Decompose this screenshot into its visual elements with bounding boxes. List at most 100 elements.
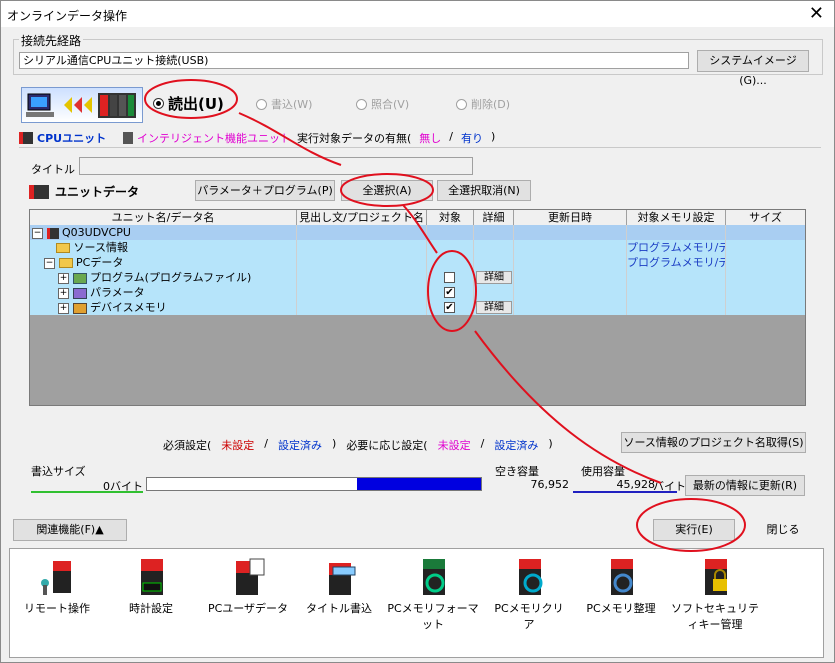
unit-data-grid[interactable]: ユニット名/データ名 見出し文/プロジェクト名 対象 詳細 更新日時 対象メモリ… — [29, 209, 806, 406]
row-size-cell — [726, 270, 805, 285]
row-title-cell — [297, 285, 427, 300]
row-detail-cell: 詳細 — [474, 270, 514, 285]
title-write-tool[interactable]: タイトル書込 — [301, 557, 377, 616]
online-data-operation-window: オンラインデータ操作 ✕ 接続先経路 シリアル通信CPUユニット接続(USB) … — [0, 0, 835, 663]
expand-icon[interactable]: + — [58, 287, 69, 299]
col-header-target[interactable]: 対象 — [427, 210, 474, 225]
tab-intelligent-unit-label: インテリジェント機能ユニット — [137, 132, 291, 145]
table-row[interactable]: + パラメータ ✔ — [30, 285, 805, 300]
target-presence-label: 実行対象データの有無( — [297, 132, 412, 145]
row-memory-cell[interactable]: プログラムメモリ/デ... — [627, 255, 726, 270]
target-close: ) — [491, 130, 496, 143]
write-radio[interactable]: 書込(W) — [256, 96, 312, 112]
target-present-label: 有り — [461, 132, 484, 145]
param-program-button[interactable]: パラメータ＋プログラム(P) — [195, 180, 335, 201]
system-image-button[interactable]: システムイメージ(G)... — [697, 50, 809, 87]
write-radio-dot[interactable] — [256, 98, 267, 110]
table-row[interactable]: ソース情報 プログラムメモリ/デ... — [30, 240, 805, 255]
row-name-cell: − PCデータ — [30, 255, 297, 270]
window-title: オンラインデータ操作 — [7, 9, 128, 23]
collapse-icon[interactable]: − — [44, 257, 55, 269]
read-radio[interactable]: 読出(U) — [153, 93, 224, 114]
col-header-memory[interactable]: 対象メモリ設定 — [627, 210, 726, 225]
refresh-button[interactable]: 最新の情報に更新(R) — [685, 475, 805, 496]
pc-memory-clear-tool[interactable]: PCメモリクリア — [489, 557, 569, 632]
unit-data-icon — [29, 184, 49, 199]
target-checkbox[interactable]: ✔ — [444, 302, 455, 313]
row-memory-cell[interactable]: プログラムメモリ/デ... — [627, 240, 726, 255]
target-checkbox[interactable]: ✔ — [444, 287, 455, 298]
row-target-cell — [427, 255, 474, 270]
row-name: ソース情報 — [73, 241, 128, 254]
table-row[interactable]: − Q03UDVCPU — [30, 225, 805, 240]
title-write-icon — [329, 563, 356, 595]
table-row[interactable]: + デバイスメモリ ✔ 詳細 — [30, 300, 805, 315]
remote-operation-tool[interactable]: リモート操作 — [19, 557, 95, 616]
row-size-cell — [726, 225, 805, 240]
row-target-cell: ✔ — [427, 285, 474, 300]
required-close: ) — [332, 437, 337, 450]
row-detail-cell: 詳細 — [474, 300, 514, 315]
col-header-name[interactable]: ユニット名/データ名 — [30, 210, 297, 225]
expand-icon[interactable]: + — [58, 272, 69, 284]
tab-intelligent-unit[interactable]: インテリジェント機能ユニット — [123, 130, 291, 146]
row-title-cell — [297, 225, 427, 240]
detail-button[interactable]: 詳細 — [476, 271, 512, 284]
pc-user-data-tool[interactable]: PCユーザデータ — [205, 557, 291, 616]
row-name: プログラム(プログラムファイル) — [90, 271, 252, 284]
row-detail-cell — [474, 225, 514, 240]
col-header-updated[interactable]: 更新日時 — [514, 210, 627, 225]
row-title-cell — [297, 240, 427, 255]
unit-data-header: ユニットデータ — [29, 183, 139, 200]
tab-cpu-unit[interactable]: CPUユニット — [19, 130, 106, 146]
row-memory-cell — [627, 270, 726, 285]
soft-security-key-label: ソフトセキュリティキー管理 — [671, 602, 759, 631]
target-none-label: 無し — [419, 132, 442, 145]
clock-setting-tool[interactable]: 時計設定 — [113, 557, 189, 616]
device-memory-icon — [72, 302, 87, 314]
get-project-name-button[interactable]: ソース情報のプロジェクト名取得(S) — [621, 432, 806, 453]
row-title-cell — [297, 300, 427, 315]
read-radio-dot[interactable] — [153, 98, 164, 109]
used-capacity-line — [573, 491, 677, 493]
row-target-cell: ✔ — [427, 300, 474, 315]
delete-radio-dot[interactable] — [456, 98, 467, 110]
execute-button[interactable]: 実行(E) — [653, 519, 735, 541]
free-capacity-label: 空き容量 — [495, 465, 539, 478]
clock-setting-icon — [141, 559, 163, 595]
pc-memory-format-tool[interactable]: PCメモリフォーマット — [385, 557, 481, 632]
related-functions-button[interactable]: 関連機能(F)▲ — [13, 519, 127, 541]
col-header-size[interactable]: サイズ — [726, 210, 805, 225]
row-updated-cell — [514, 225, 627, 240]
title-bar: オンラインデータ操作 ✕ — [1, 1, 834, 27]
table-row[interactable]: − PCデータ プログラムメモリ/デ... — [30, 255, 805, 270]
row-size-cell — [726, 300, 805, 315]
row-size-cell — [726, 240, 805, 255]
verify-radio-dot[interactable] — [356, 98, 367, 110]
target-checkbox[interactable] — [444, 272, 455, 283]
table-row[interactable]: + プログラム(プログラムファイル) 詳細 — [30, 270, 805, 285]
select-all-button[interactable]: 全選択(A) — [341, 180, 433, 201]
close-icon[interactable]: ✕ — [809, 3, 824, 24]
col-header-title[interactable]: 見出し文/プロジェクト名 — [297, 210, 427, 225]
required-set: 設定済み — [278, 439, 323, 452]
used-capacity-value: 45,928 — [616, 478, 656, 491]
detail-button[interactable]: 詳細 — [476, 301, 512, 314]
collapse-icon[interactable]: − — [32, 227, 43, 239]
connection-path-field: シリアル通信CPUユニット接続(USB) — [19, 52, 689, 69]
close-button[interactable]: 閉じる — [745, 519, 821, 541]
write-radio-label: 書込(W) — [271, 98, 313, 111]
pc-memory-format-label: PCメモリフォーマット — [387, 602, 479, 631]
row-name-cell: + デバイスメモリ — [30, 300, 297, 315]
expand-icon[interactable]: + — [58, 302, 69, 314]
capacity-bar — [146, 477, 482, 491]
deselect-all-button[interactable]: 全選択取消(N) — [437, 180, 531, 201]
soft-security-key-tool[interactable]: ソフトセキュリティキー管理 — [667, 557, 763, 632]
remote-operation-icon — [41, 561, 71, 595]
delete-radio[interactable]: 削除(D) — [456, 96, 510, 112]
verify-radio[interactable]: 照合(V) — [356, 96, 409, 112]
pc-memory-arrange-tool[interactable]: PCメモリ整理 — [581, 557, 661, 616]
title-input[interactable] — [79, 157, 473, 175]
col-header-detail[interactable]: 詳細 — [474, 210, 514, 225]
row-name-cell: ソース情報 — [30, 240, 297, 255]
